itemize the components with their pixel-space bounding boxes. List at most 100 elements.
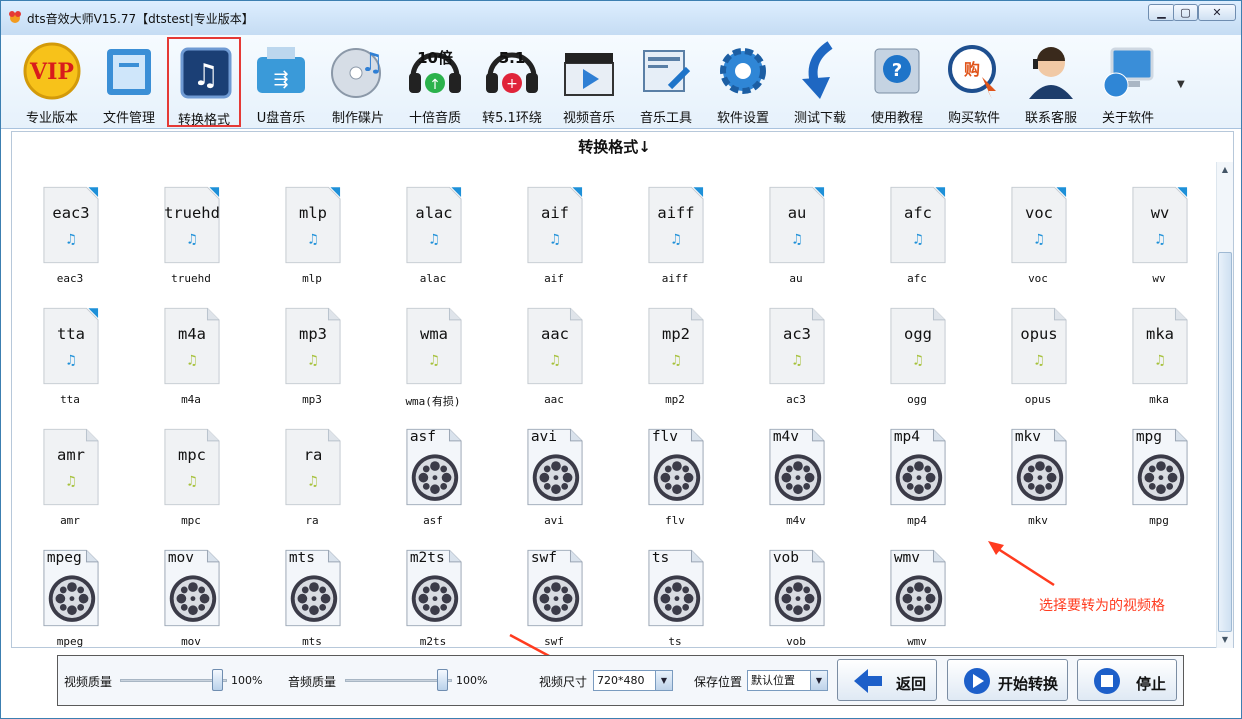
format-item-alac[interactable]: alac ♫ alac [393,184,473,298]
format-item-mp2[interactable]: mp2 ♫ mp2 [635,305,715,419]
format-item-wmv[interactable]: wmv wmv [877,547,957,661]
format-label: m2ts [419,635,447,648]
format-item-afc[interactable]: afc ♫ afc [877,184,957,298]
toolbar-button-14[interactable]: 关于软件 [1091,37,1165,127]
close-button[interactable]: ✕ [1198,4,1236,21]
video-quality-slider[interactable] [120,679,227,682]
toolbar-button-8[interactable]: 音乐工具 [629,37,703,127]
film-reel-file-icon: ts [648,549,704,627]
toolbar-label: 软件设置 [716,111,769,126]
format-item-truehd[interactable]: truehd ♫ truehd [151,184,231,298]
toolbar-button-5[interactable]: ↑ 10倍 十倍音质 [398,37,472,127]
format-item-ac3[interactable]: ac3 ♫ ac3 [756,305,836,419]
format-item-mkv[interactable]: mkv mkv [998,426,1078,540]
toolbar-label: 音乐工具 [639,111,692,126]
panel-title: 转换格式↓ [578,138,651,156]
format-item-vob[interactable]: vob vob [756,547,836,661]
format-item-mp3[interactable]: mp3 ♫ mp3 [272,305,352,419]
toolbar-button-4[interactable]: ♫ 制作碟片 [321,37,395,127]
format-item-avi[interactable]: avi avi [514,426,594,540]
format-item-amr[interactable]: amr ♫ amr [30,426,110,540]
svg-text:mp2: mp2 [662,325,690,343]
svg-text:mlp: mlp [299,204,327,222]
svg-text:au: au [788,204,807,222]
format-item-mlp[interactable]: mlp ♫ mlp [272,184,352,298]
scroll-up-icon[interactable]: ▲ [1217,162,1233,178]
svg-text:mpg: mpg [1136,429,1162,445]
toolbar-button-3[interactable]: ⇶ U盘音乐 [244,37,318,127]
film-reel-file-icon: mpg [1132,428,1188,506]
toolbar-button-9[interactable]: 软件设置 [706,37,780,127]
toolbar-button-12[interactable]: 购购买软件 [937,37,1011,127]
toolbar-label: 视频音乐 [562,111,615,126]
format-item-mpeg[interactable]: mpeg mpeg [30,547,110,661]
scroll-thumb[interactable] [1218,252,1232,632]
audio-file-icon: tta ♫ [43,307,99,385]
toolbar-more-icon[interactable]: ▼ [1177,79,1185,90]
toolbar-button-13[interactable]: 联系客服 [1014,37,1088,127]
svg-text:mka: mka [1146,325,1174,343]
format-item-mpg[interactable]: mpg mpg [1119,426,1199,540]
format-item-mka[interactable]: mka ♫ mka [1119,305,1199,419]
format-label: ra [305,514,319,527]
format-item-mts[interactable]: mts mts [272,547,352,661]
audio-quality-value: 100% [456,674,488,687]
audio-quality-slider-thumb[interactable] [437,669,448,691]
film-reel-file-icon: mkv [1011,428,1067,506]
toolbar-label: 专业版本 [25,111,78,126]
format-item-mpc[interactable]: mpc ♫ mpc [151,426,231,540]
svg-text:mts: mts [289,550,315,566]
toolbar-button-6[interactable]: +5.1 转5.1环绕 [475,37,549,127]
format-item-aif[interactable]: aif ♫ aif [514,184,594,298]
vertical-scrollbar[interactable]: ▲ ▼ [1216,162,1233,648]
toolbar-button-10[interactable]: 测试下载 [783,37,857,127]
format-item-m2ts[interactable]: m2ts m2ts [393,547,473,661]
audio-file-icon: mka ♫ [1132,307,1188,385]
audio-file-icon: alac ♫ [406,186,462,264]
scroll-down-icon[interactable]: ▼ [1217,632,1233,648]
toolbar-button-2[interactable]: ♫ 转换格式 [167,37,241,128]
back-button[interactable]: 返回 [837,659,937,701]
format-item-tta[interactable]: tta ♫ tta [30,305,110,419]
start-convert-button[interactable]: 开始转换 [947,659,1068,701]
format-label: mts [302,635,322,648]
format-item-m4a[interactable]: m4a ♫ m4a [151,305,231,419]
chevron-down-icon[interactable]: ▼ [810,671,827,690]
format-item-flv[interactable]: flv flv [635,426,715,540]
format-item-wv[interactable]: wv ♫ wv [1119,184,1199,298]
format-item-aac[interactable]: aac ♫ aac [514,305,594,419]
computer-globe-icon [1103,47,1154,98]
toolbar-button-11[interactable]: ? 使用教程 [860,37,934,127]
format-item-mov[interactable]: mov mov [151,547,231,661]
format-item-m4v[interactable]: m4v m4v [756,426,836,540]
format-label: alac [419,272,447,285]
format-item-ts[interactable]: ts ts [635,547,715,661]
save-location-select[interactable]: 默认位置 ▼ [747,670,828,691]
svg-text:♫: ♫ [65,473,77,489]
video-quality-slider-thumb[interactable] [212,669,223,691]
svg-text:♫: ♫ [1033,231,1045,247]
video-size-select[interactable]: 720*480 ▼ [593,670,673,691]
audio-quality-slider[interactable] [345,679,452,682]
format-item-ogg[interactable]: ogg ♫ ogg [877,305,957,419]
format-item-wma[interactable]: wma ♫ wma(有损) [393,305,473,419]
format-item-ra[interactable]: ra ♫ ra [272,426,352,540]
toolbar-button-0[interactable]: VIP 专业版本 [15,37,89,127]
film-reel-file-icon: m2ts [406,549,462,627]
stop-button[interactable]: 停止 [1077,659,1177,701]
maximize-button[interactable]: ▢ [1173,4,1198,21]
format-item-asf[interactable]: asf asf [393,426,473,540]
svg-text:mpc: mpc [178,446,206,464]
format-item-voc[interactable]: voc ♫ voc [998,184,1078,298]
minimize-button[interactable]: ▁ [1148,4,1175,21]
audio-file-icon: aif ♫ [527,186,583,264]
toolbar-button-7[interactable]: 视频音乐 [552,37,626,127]
folder-icon [107,49,151,95]
toolbar-button-1[interactable]: 文件管理 [92,37,166,127]
format-item-opus[interactable]: opus ♫ opus [998,305,1078,419]
chevron-down-icon[interactable]: ▼ [655,671,672,690]
format-item-mp4[interactable]: mp4 mp4 [877,426,957,540]
format-item-eac3[interactable]: eac3 ♫ eac3 [30,184,110,298]
format-item-au[interactable]: au ♫ au [756,184,836,298]
format-item-aiff[interactable]: aiff ♫ aiff [635,184,715,298]
